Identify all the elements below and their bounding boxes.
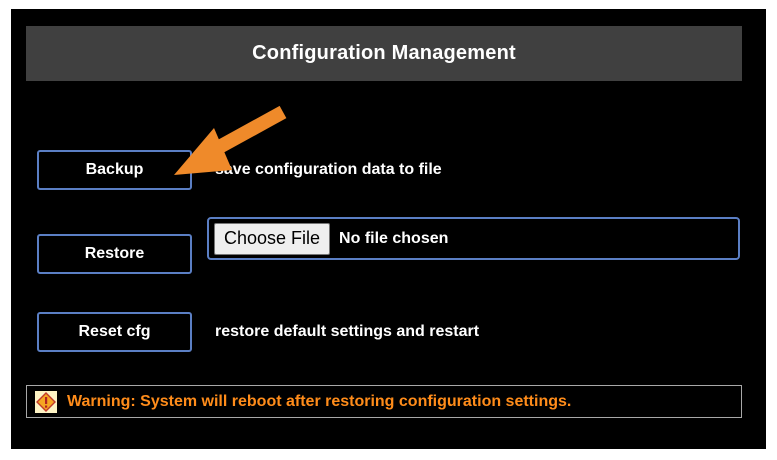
page-title: Configuration Management [252, 42, 516, 64]
restore-button[interactable]: Restore [37, 234, 192, 274]
reset-description: restore default settings and restart [215, 323, 480, 340]
choose-file-button[interactable]: Choose File [214, 222, 331, 255]
warning-banner: Warning: System will reboot after restor… [26, 385, 742, 418]
warning-icon [35, 390, 57, 413]
title-bar: Configuration Management [26, 26, 742, 81]
file-input[interactable]: Choose File No file chosen [207, 217, 740, 260]
warning-text: Warning: System will reboot after restor… [67, 392, 572, 410]
backup-button[interactable]: Backup [37, 150, 192, 190]
backup-description: save configuration data to file [215, 161, 442, 178]
file-status: No file chosen [339, 229, 449, 247]
reset-cfg-button[interactable]: Reset cfg [37, 312, 192, 352]
